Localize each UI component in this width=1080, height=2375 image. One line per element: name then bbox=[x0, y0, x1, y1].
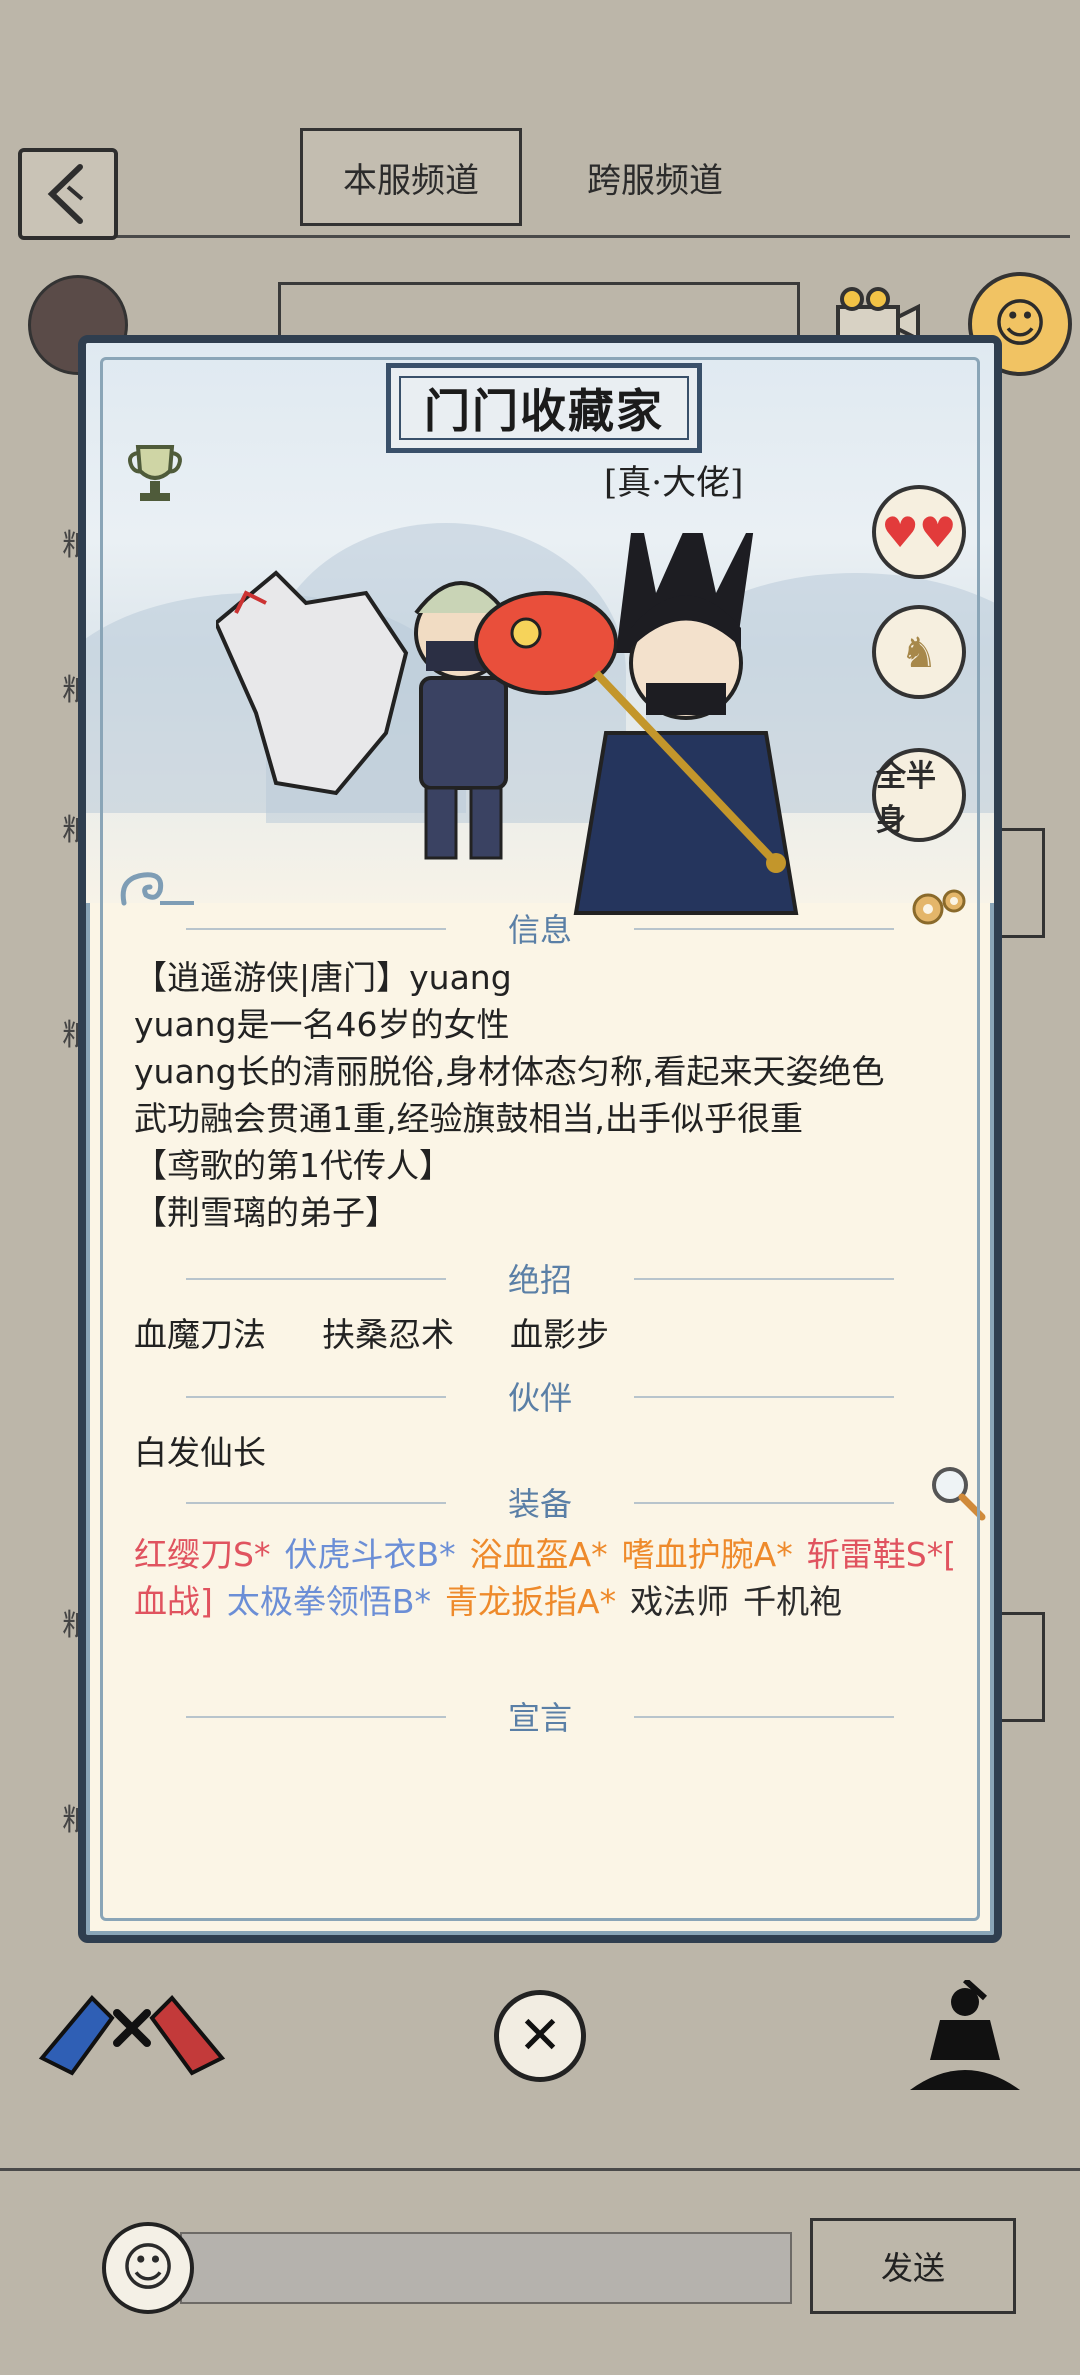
equipment-item[interactable]: 千机袍 bbox=[743, 1582, 842, 1621]
info-line: 【鸢歌的第1代传人】 bbox=[134, 1146, 452, 1185]
background-panel bbox=[995, 1612, 1045, 1722]
tab-bar bbox=[20, 115, 1070, 238]
equipment-item[interactable]: 太极拳领悟B* bbox=[227, 1582, 431, 1621]
divider bbox=[0, 2168, 1080, 2171]
info-line: yuang长的清丽脱俗,身材体态匀称,看起来天姿绝色 bbox=[134, 1052, 885, 1091]
trophy-icon[interactable] bbox=[124, 441, 186, 507]
smiley-icon: ☺ bbox=[120, 2238, 176, 2298]
info-line: yuang是一名46岁的女性 bbox=[134, 1005, 510, 1044]
close-x-icon: ✕ bbox=[518, 2006, 562, 2066]
info-line: 【荆雪璃的弟子】 bbox=[134, 1193, 398, 1232]
skills-list: 血魔刀法 扶桑忍术 血影步 bbox=[134, 1308, 609, 1356]
body-view-toggle[interactable]: 全半身 bbox=[872, 748, 966, 842]
send-button[interactable]: 发送 bbox=[810, 2218, 1016, 2314]
equipment-item[interactable]: 嗜血护腕A* bbox=[622, 1535, 793, 1574]
like-button[interactable]: ♥♥ bbox=[872, 485, 966, 579]
close-button[interactable]: ✕ bbox=[494, 1990, 586, 2082]
profile-title: 门门收藏家 bbox=[386, 363, 702, 453]
info-line: 【逍遥游侠|唐门】yuang bbox=[134, 958, 512, 997]
equipment-item[interactable]: 浴血盔A* bbox=[470, 1535, 608, 1574]
skill-item[interactable]: 扶桑忍术 bbox=[322, 1308, 454, 1356]
equipment-row: 红缨刀S* 伏虎斗衣B* 浴血盔A* 嗜血护腕A* 斩雷鞋S*[ bbox=[134, 1528, 970, 1576]
heart-icon: ♥♥ bbox=[881, 507, 957, 557]
emoji-button[interactable]: ☺ bbox=[102, 2222, 194, 2314]
section-declaration-title: 宣言 bbox=[86, 1693, 994, 1739]
equipment-item[interactable]: 戏法师 bbox=[630, 1582, 729, 1621]
equipment-item[interactable]: 红缨刀S* bbox=[134, 1535, 270, 1574]
section-equipment-title: 装备 bbox=[86, 1479, 994, 1525]
mount-button[interactable]: ♞ bbox=[872, 605, 966, 699]
equipment-item[interactable]: 青龙扳指A* bbox=[445, 1582, 616, 1621]
tab-local-channel[interactable]: 本服频道 bbox=[300, 128, 522, 226]
back-arrow-icon bbox=[47, 164, 84, 224]
profile-dialog: 门门收藏家 [真·大佬] ♥♥ ♞ 全半身 信息 【逍遥游侠|唐门】yuang … bbox=[78, 335, 1002, 1943]
equipment-item[interactable]: 斩雷鞋S*[ bbox=[807, 1535, 956, 1574]
character-art bbox=[216, 533, 799, 915]
equipment-item[interactable]: 血战] bbox=[134, 1582, 213, 1621]
equipment-row: 血战] 太极拳领悟B* 青龙扳指A* 戏法师 千机袍 bbox=[134, 1575, 856, 1623]
equipment-item[interactable]: 伏虎斗衣B* bbox=[284, 1535, 455, 1574]
section-skills-title: 绝招 bbox=[86, 1255, 994, 1301]
meditation-icon[interactable] bbox=[900, 1980, 1030, 2098]
info-line: 武功融会贯通1重,经验旗鼓相当,出手似乎很重 bbox=[134, 1099, 803, 1138]
magnifier-icon[interactable] bbox=[928, 1463, 986, 1521]
back-button[interactable] bbox=[18, 148, 118, 240]
partner-item[interactable]: 白发仙长 bbox=[134, 1426, 266, 1474]
tab-cross-server-channel[interactable]: 跨服频道 bbox=[555, 128, 755, 226]
chat-input[interactable] bbox=[180, 2232, 792, 2304]
horse-icon: ♞ bbox=[900, 627, 938, 677]
rank-tag: [真·大佬] bbox=[604, 463, 744, 503]
section-partner-title: 伙伴 bbox=[86, 1373, 994, 1419]
skill-item[interactable]: 血魔刀法 bbox=[134, 1308, 266, 1356]
duel-icon[interactable] bbox=[32, 1978, 232, 2078]
skill-item[interactable]: 血影步 bbox=[510, 1308, 609, 1356]
section-info-title: 信息 bbox=[86, 905, 994, 951]
